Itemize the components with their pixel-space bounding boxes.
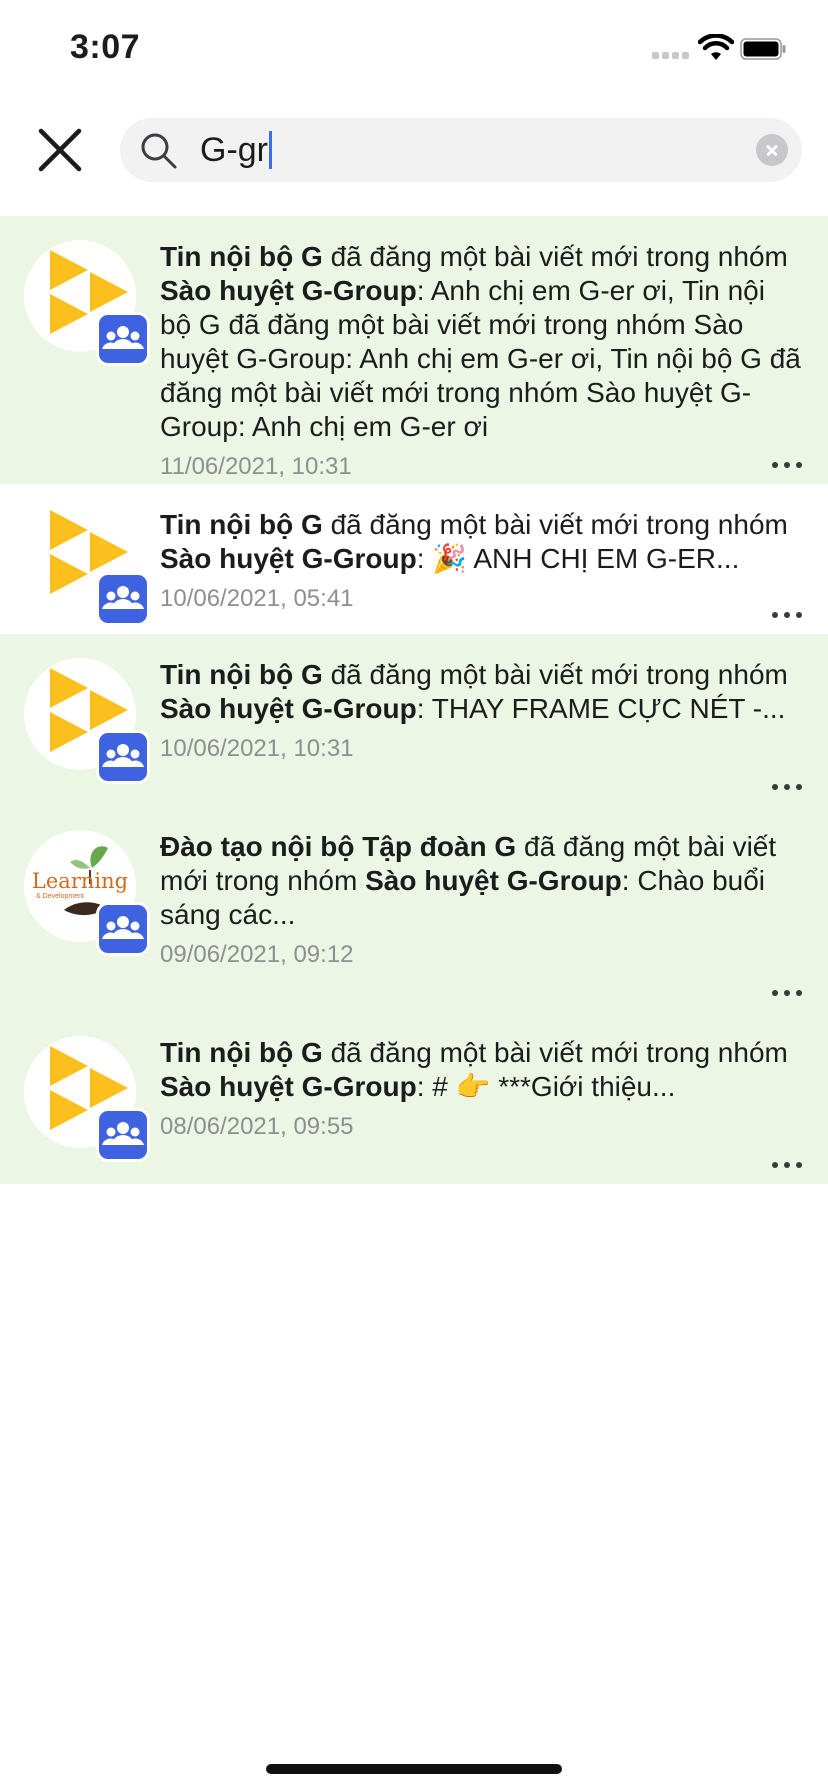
avatar — [24, 658, 150, 784]
notification-item[interactable]: Tin nội bộ G đã đăng một bài viết mới tr… — [0, 216, 828, 484]
notification-list: Tin nội bộ G đã đăng một bài viết mới tr… — [0, 216, 828, 1184]
sender-name: Đào tạo nội bộ Tập đoàn G — [160, 831, 517, 862]
search-query: G-gr — [200, 131, 268, 169]
close-icon — [38, 128, 82, 172]
action-text: đã đăng một bài viết mới trong nhóm — [322, 241, 788, 272]
notification-item[interactable]: Tin nội bộ G đã đăng một bài viết mới tr… — [0, 484, 828, 634]
sender-name: Tin nội bộ G — [160, 509, 323, 540]
group-icon — [96, 730, 150, 784]
timestamp: 09/06/2021, 09:12 — [160, 941, 354, 968]
timestamp: 10/06/2021, 05:41 — [160, 585, 354, 612]
group-name: Sào huyệt G-Group — [160, 275, 417, 306]
group-icon — [96, 1108, 150, 1162]
notification-text: Tin nội bộ G đã đăng một bài viết mới tr… — [160, 240, 802, 444]
timestamp: 08/06/2021, 09:55 — [160, 1113, 354, 1140]
post-excerpt: : THAY FRAME CỰC NÉT -... — [416, 693, 786, 724]
timestamp: 10/06/2021, 10:31 — [160, 735, 354, 762]
home-indicator[interactable] — [266, 1764, 562, 1774]
notification-text: Tin nội bộ G đã đăng một bài viết mới tr… — [160, 508, 802, 576]
search-icon — [141, 133, 177, 169]
action-text: đã đăng một bài viết mới trong nhóm — [322, 509, 788, 540]
group-icon — [96, 572, 150, 626]
more-icon[interactable] — [772, 1162, 802, 1170]
group-icon — [96, 902, 150, 956]
sender-name: Tin nội bộ G — [160, 1037, 323, 1068]
timestamp: 11/06/2021, 10:31 — [160, 453, 352, 480]
more-icon[interactable] — [772, 612, 802, 620]
more-icon[interactable] — [772, 990, 802, 998]
group-name: Sào huyệt G-Group — [160, 1071, 417, 1102]
search-bar[interactable]: G-gr — [120, 118, 802, 182]
avatar — [24, 1036, 150, 1162]
notification-item[interactable]: Tin nội bộ G đã đăng một bài viết mới tr… — [0, 1012, 828, 1184]
group-name: Sào huyệt G-Group — [365, 865, 622, 896]
group-name: Sào huyệt G-Group — [160, 543, 417, 574]
notification-item[interactable]: Tin nội bộ G đã đăng một bài viết mới tr… — [0, 634, 828, 806]
post-excerpt: : # 👉 ***Giới thiệu... — [416, 1071, 676, 1102]
avatar: Learning & Development — [24, 830, 150, 956]
search-input[interactable]: G-gr — [200, 130, 700, 170]
avatar-logo-subtext: & Development — [36, 893, 84, 900]
group-name: Sào huyệt G-Group — [160, 693, 417, 724]
sender-name: Tin nội bộ G — [160, 241, 323, 272]
clear-icon[interactable] — [756, 134, 788, 166]
notification-text: Tin nội bộ G đã đăng một bài viết mới tr… — [160, 1036, 802, 1104]
group-icon — [96, 312, 150, 366]
battery-icon — [740, 38, 786, 60]
close-button[interactable] — [30, 120, 90, 180]
avatar — [24, 240, 150, 366]
notification-text: Đào tạo nội bộ Tập đoàn G đã đăng một bà… — [160, 830, 802, 932]
sender-name: Tin nội bộ G — [160, 659, 323, 690]
action-text: đã đăng một bài viết mới trong nhóm — [322, 659, 788, 690]
notification-item[interactable]: Learning & Development Đào tạo nội bộ Tậ… — [0, 806, 828, 1012]
cellular-signal-icon — [652, 52, 692, 60]
status-time: 3:07 — [70, 28, 141, 66]
wifi-icon — [698, 34, 734, 60]
status-bar: 3:07 — [0, 0, 828, 100]
action-text: đã đăng một bài viết mới trong nhóm — [322, 1037, 788, 1068]
text-caret — [269, 131, 272, 169]
avatar-logo-text: Learning — [32, 869, 128, 893]
more-icon[interactable] — [772, 784, 802, 792]
avatar — [24, 500, 150, 626]
post-excerpt: : 🎉 ANH CHỊ EM G-ER... — [416, 543, 740, 574]
more-icon[interactable] — [772, 462, 802, 470]
notification-text: Tin nội bộ G đã đăng một bài viết mới tr… — [160, 658, 802, 726]
